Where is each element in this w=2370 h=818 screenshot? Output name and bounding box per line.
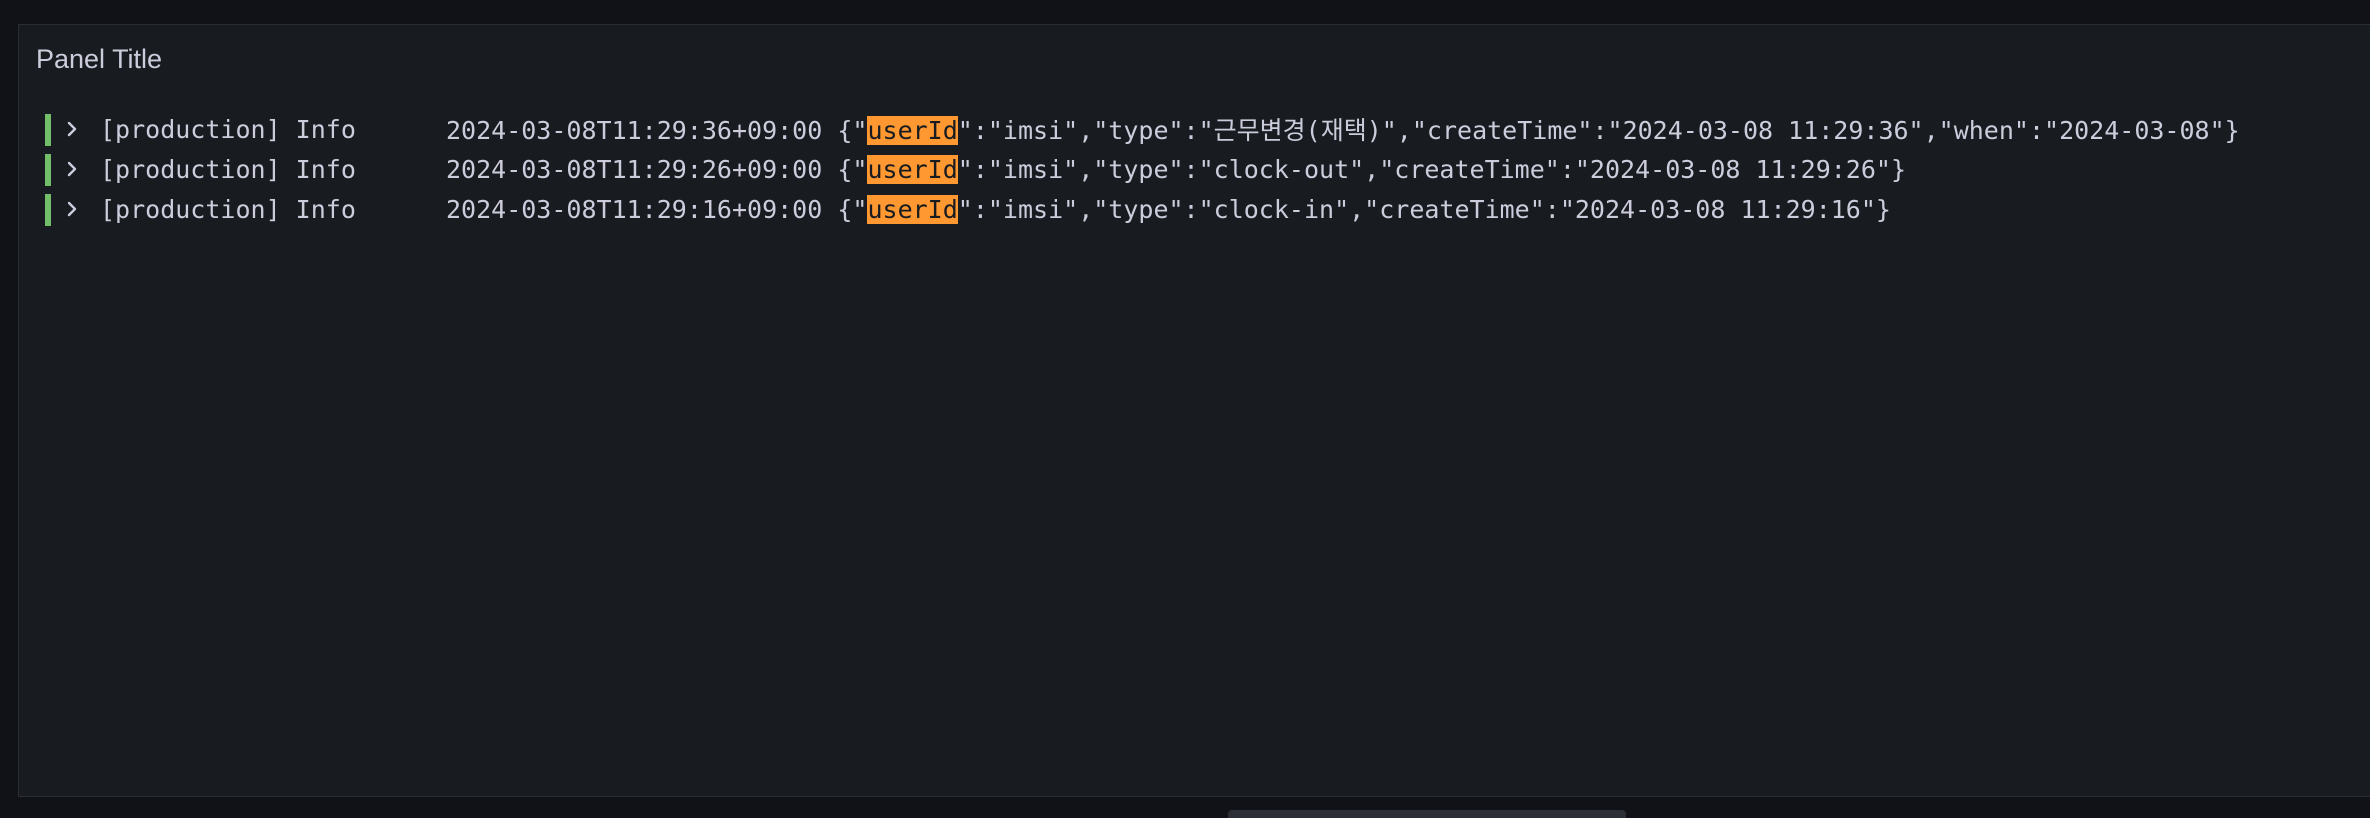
horizontal-scrollbar[interactable] <box>1228 810 1626 818</box>
log-row[interactable]: [production] Info 2024-03-08T11:29:26+09… <box>45 149 2370 189</box>
search-highlight: userId <box>867 154 958 184</box>
chevron-right-icon[interactable] <box>62 159 82 179</box>
log-body-open: {" <box>837 194 868 224</box>
log-body-rest: ":"imsi","type":"clock-in","createTime":… <box>957 194 1891 224</box>
log-message: 2024-03-08T11:29:16+09:00 {"userId":"ims… <box>446 194 1891 224</box>
log-body-open: {" <box>837 154 868 184</box>
logs-panel: Panel Title [production] Info 2024-03-08… <box>18 24 2370 797</box>
log-timestamp: 2024-03-08T11:29:36+09:00 <box>446 116 823 145</box>
log-body-rest: ":"imsi","type":"근무변경(재택)","createTime":… <box>957 116 2240 145</box>
log-body-open: {" <box>837 116 868 145</box>
panel-title[interactable]: Panel Title <box>36 43 162 75</box>
search-highlight: userId <box>867 194 958 224</box>
log-timestamp: 2024-03-08T11:29:26+09:00 <box>446 154 823 184</box>
log-message: 2024-03-08T11:29:26+09:00 {"userId":"ims… <box>446 154 1907 184</box>
log-prefix: [production] Info <box>100 194 356 224</box>
chevron-right-icon[interactable] <box>62 199 82 219</box>
log-body-rest: ":"imsi","type":"clock-out","createTime"… <box>957 154 1907 184</box>
log-prefix: [production] Info <box>100 154 356 184</box>
log-prefix: [production] Info <box>100 114 356 144</box>
log-level-indicator <box>45 194 51 226</box>
log-row[interactable]: [production] Info 2024-03-08T11:29:16+09… <box>45 189 2370 229</box>
log-level-indicator <box>45 154 51 186</box>
chevron-right-icon[interactable] <box>62 119 82 139</box>
log-timestamp: 2024-03-08T11:29:16+09:00 <box>446 194 823 224</box>
log-row[interactable]: [production] Info 2024-03-08T11:29:36+09… <box>45 109 2370 149</box>
log-list: [production] Info 2024-03-08T11:29:36+09… <box>45 109 2370 229</box>
log-message: 2024-03-08T11:29:36+09:00 {"userId":"ims… <box>446 111 2240 147</box>
search-highlight: userId <box>867 116 958 145</box>
log-level-indicator <box>45 114 51 146</box>
